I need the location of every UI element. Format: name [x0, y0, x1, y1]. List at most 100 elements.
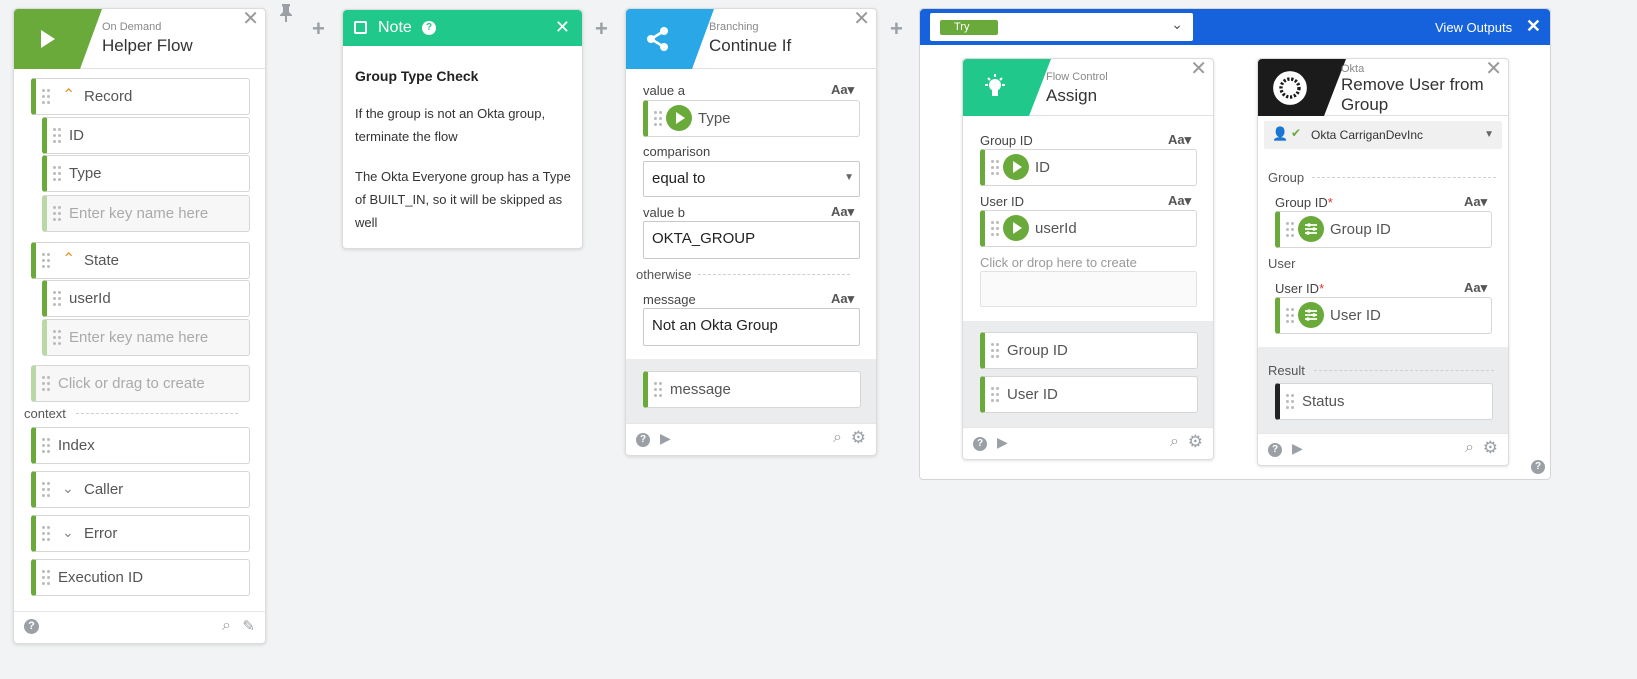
add-step-plus[interactable]: +	[595, 16, 608, 42]
search-icon[interactable]: ⌕	[1170, 433, 1179, 451]
group-id-text: Group ID	[1330, 221, 1391, 238]
create-dropzone[interactable]	[980, 271, 1197, 307]
context-field-index[interactable]: Index	[31, 427, 250, 464]
user-id-input[interactable]: userId	[980, 210, 1197, 247]
drag-handle-icon[interactable]	[53, 206, 63, 222]
help-icon[interactable]: ?	[422, 21, 436, 35]
type-selector-label: Aa	[1168, 193, 1185, 208]
add-step-plus[interactable]: +	[312, 16, 325, 42]
note-icon	[354, 21, 367, 34]
field-id[interactable]: ID	[42, 117, 250, 154]
branching-icon-bg	[626, 9, 714, 69]
drag-handle-icon[interactable]	[42, 526, 52, 542]
drag-handle-icon[interactable]	[991, 221, 1001, 237]
type-selector-label: Aa	[831, 82, 848, 97]
field-type[interactable]: Type	[42, 155, 250, 192]
search-icon[interactable]: ⌕	[222, 617, 231, 635]
close-icon[interactable]: ✕	[242, 9, 259, 29]
chevron-up-icon[interactable]: ⌃	[62, 249, 75, 269]
help-icon[interactable]: ?	[636, 433, 650, 447]
add-step-plus[interactable]: +	[890, 16, 903, 42]
group-id-input[interactable]: ID	[980, 149, 1197, 186]
chevron-down-icon[interactable]: ⌄	[62, 480, 74, 497]
user-id-input[interactable]: User ID	[1275, 297, 1492, 334]
help-icon[interactable]: ?	[1268, 443, 1282, 457]
type-selector-icon[interactable]: Aa▾	[831, 82, 854, 98]
help-icon[interactable]: ?	[24, 619, 39, 634]
drag-handle-icon[interactable]	[53, 166, 63, 182]
pencil-icon[interactable]: ✎	[242, 617, 255, 635]
field-userid[interactable]: userId	[42, 280, 250, 317]
field-label: ID	[69, 127, 84, 144]
help-icon[interactable]: ?	[1531, 460, 1545, 474]
view-outputs-link[interactable]: View Outputs	[1435, 20, 1512, 35]
value-b-input[interactable]: OKTA_GROUP	[643, 221, 860, 259]
output-message[interactable]: message	[643, 371, 861, 408]
chevron-down-icon[interactable]: ⌄	[62, 524, 74, 541]
type-selector-icon[interactable]: Aa▾	[1464, 194, 1487, 210]
drag-handle-icon[interactable]	[42, 438, 52, 454]
search-icon[interactable]: ⌕	[833, 429, 842, 447]
new-key-input[interactable]: Enter key name here	[42, 195, 250, 232]
drag-handle-icon[interactable]	[991, 343, 1001, 359]
type-selector-icon[interactable]: Aa▾	[1464, 280, 1487, 296]
value-a-input[interactable]: Type	[643, 100, 860, 137]
search-icon[interactable]: ⌕	[1465, 439, 1474, 457]
drag-handle-icon[interactable]	[654, 111, 664, 127]
play-icon[interactable]: ▶	[997, 434, 1008, 451]
close-icon[interactable]: ✕	[1485, 59, 1502, 79]
gear-icon[interactable]: ⚙	[851, 428, 866, 448]
close-icon[interactable]: ✕	[1526, 16, 1541, 37]
drag-handle-icon[interactable]	[1286, 308, 1296, 324]
connection-select[interactable]: 👤 ✔ Okta CarriganDevInc ▼	[1264, 121, 1502, 149]
new-key-input[interactable]: Enter key name here	[42, 319, 250, 356]
output-group-id[interactable]: Group ID	[980, 332, 1198, 369]
drag-handle-icon[interactable]	[53, 128, 63, 144]
drag-handle-icon[interactable]	[42, 89, 52, 105]
output-status[interactable]: Status	[1275, 383, 1493, 420]
drag-handle-icon[interactable]	[53, 330, 63, 346]
drag-handle-icon[interactable]	[1286, 222, 1296, 238]
required-mark: *	[1319, 281, 1325, 296]
field-label: Type	[69, 165, 102, 182]
type-selector-icon[interactable]: Aa▾	[1168, 132, 1191, 148]
context-field-caller[interactable]: ⌄ Caller	[31, 471, 250, 508]
help-icon[interactable]: ?	[973, 437, 987, 451]
gear-icon[interactable]: ⚙	[1483, 438, 1498, 458]
play-icon[interactable]: ▶	[660, 430, 671, 447]
type-selector-icon[interactable]: Aa▾	[831, 291, 854, 307]
lightbulb-icon	[985, 74, 1005, 96]
context-field-execution-id[interactable]: Execution ID	[31, 559, 250, 596]
drag-handle-icon[interactable]	[1286, 394, 1296, 410]
close-icon[interactable]: ✕	[1190, 59, 1207, 79]
play-icon[interactable]: ▶	[1292, 440, 1303, 457]
pin-icon[interactable]	[279, 4, 293, 22]
create-field-dropzone[interactable]: Click or drag to create	[31, 365, 250, 402]
context-field-error[interactable]: ⌄ Error	[31, 515, 250, 552]
drag-handle-icon[interactable]	[991, 387, 1001, 403]
drag-handle-icon[interactable]	[991, 160, 1001, 176]
field-record[interactable]: ⌃ Record	[31, 78, 250, 115]
drag-handle-icon[interactable]	[53, 291, 63, 307]
chevron-up-icon[interactable]: ⌃	[62, 85, 75, 105]
note-card: Note ? ✕ Group Type Check If the group i…	[342, 9, 583, 249]
comparison-select[interactable]: equal to ▼	[643, 161, 860, 197]
group-id-input[interactable]: Group ID	[1275, 211, 1492, 248]
type-selector-icon[interactable]: Aa▾	[831, 204, 854, 220]
gear-icon[interactable]: ⚙	[1188, 432, 1203, 452]
try-select[interactable]: Try ⌄	[930, 13, 1193, 41]
close-icon[interactable]: ✕	[853, 9, 870, 29]
type-selector-icon[interactable]: Aa▾	[1168, 193, 1191, 209]
drag-handle-icon[interactable]	[42, 570, 52, 586]
drag-handle-icon[interactable]	[654, 382, 664, 398]
message-input[interactable]: Not an Okta Group	[643, 308, 860, 346]
field-state[interactable]: ⌃ State	[31, 242, 250, 279]
drag-handle-icon[interactable]	[42, 253, 52, 269]
drag-handle-icon[interactable]	[42, 376, 52, 392]
output-user-id[interactable]: User ID	[980, 376, 1198, 413]
drag-handle-icon[interactable]	[42, 482, 52, 498]
field-label: Index	[58, 437, 95, 454]
close-icon[interactable]: ✕	[555, 17, 570, 38]
play-icon	[41, 30, 55, 48]
card-footer: ? ▶ ⌕ ⚙	[626, 423, 876, 455]
